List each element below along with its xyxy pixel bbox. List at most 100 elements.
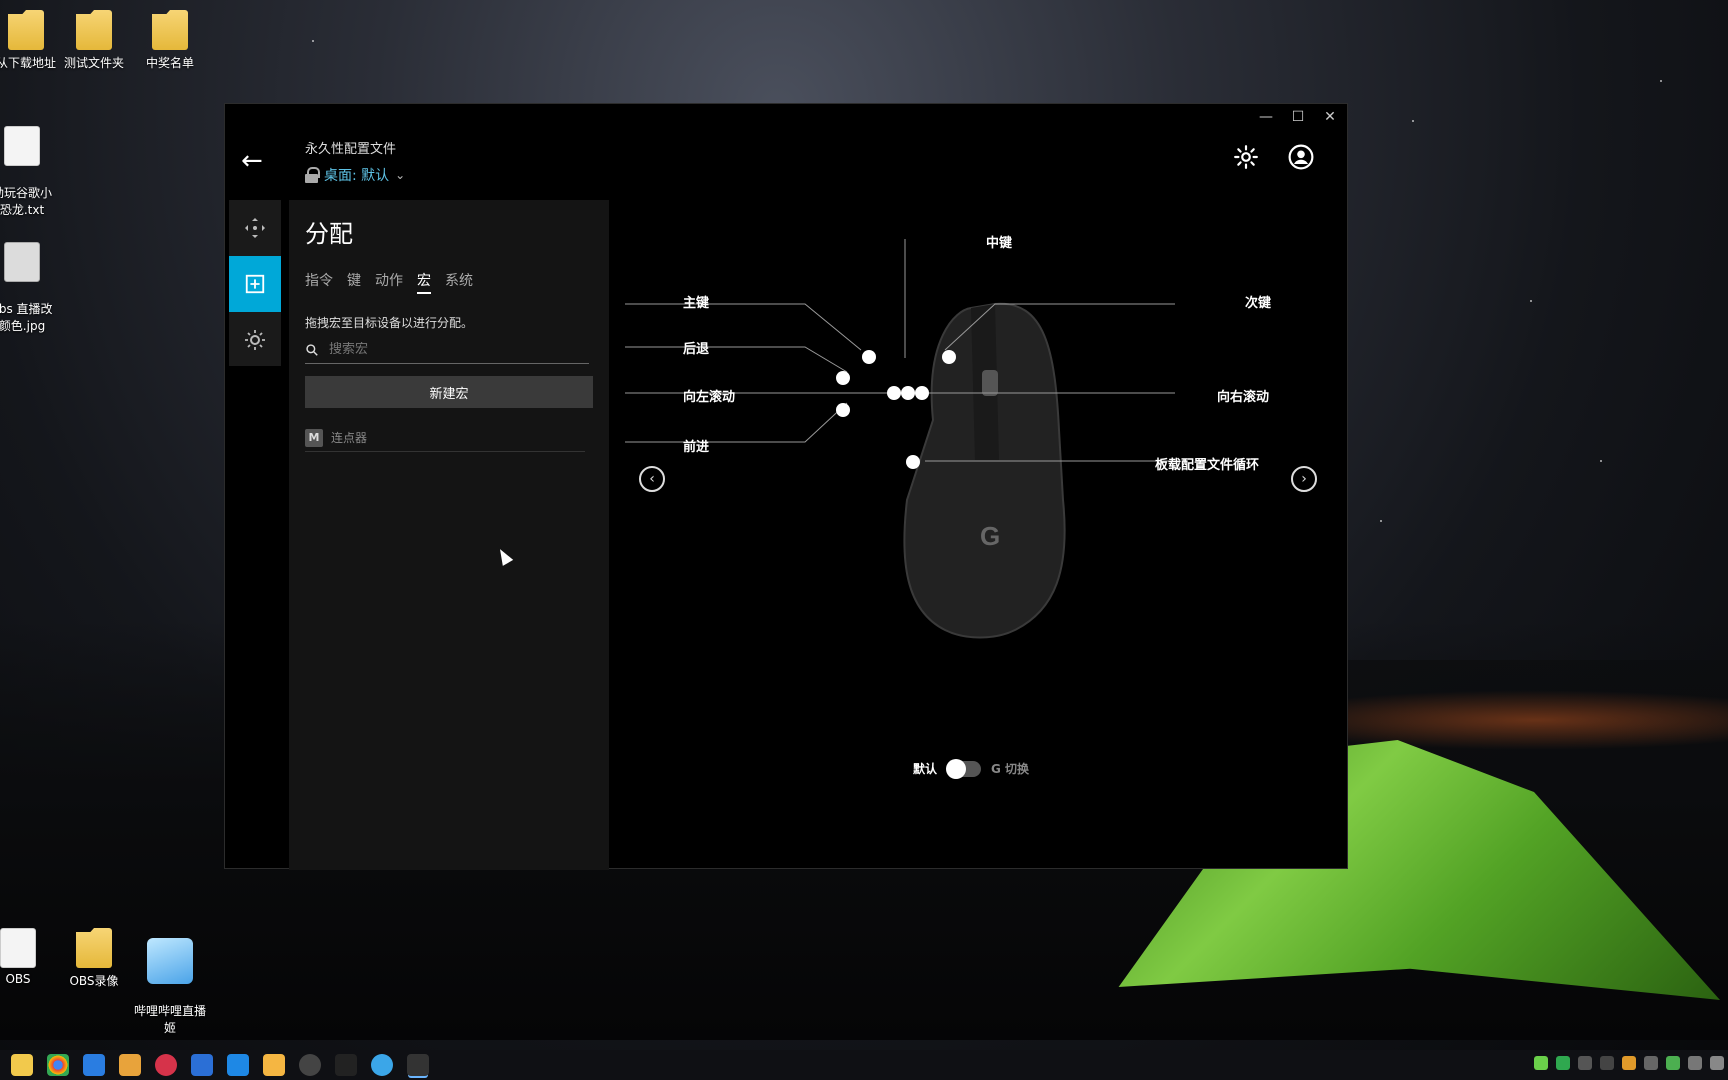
app-icon[interactable] [119, 1054, 141, 1076]
desktop-icon-image[interactable]: obs 直播改 颜色.jpg [0, 228, 62, 348]
mode-gshift-label: G 切换 [991, 762, 1030, 776]
label-back[interactable]: 后退 [683, 338, 709, 357]
rail-assign[interactable] [229, 256, 281, 312]
network-icon[interactable] [1688, 1056, 1702, 1070]
maximize-button[interactable]: ☐ [1289, 108, 1307, 126]
settings-button[interactable] [1231, 142, 1261, 172]
label-middle[interactable]: 中键 [986, 232, 1012, 251]
tab-commands[interactable]: 指令 [305, 270, 333, 294]
mouse-graphic: G [625, 239, 1175, 639]
desktop-icon-folder[interactable]: 测试文件夹 [54, 10, 134, 71]
minimize-button[interactable]: — [1257, 108, 1275, 126]
tab-system[interactable]: 系统 [445, 270, 473, 294]
label-primary[interactable]: 主键 [683, 292, 709, 311]
mouse-diagram: G [615, 200, 1345, 800]
profile-selector[interactable]: 桌面: 默认 ⌄ [305, 165, 405, 185]
tab-actions[interactable]: 动作 [375, 270, 403, 294]
star [1412, 120, 1414, 122]
profile-title: 永久性配置文件 [305, 142, 397, 157]
cat-app-icon[interactable] [263, 1054, 285, 1076]
tab-keys[interactable]: 键 [347, 270, 361, 294]
label-forward[interactable]: 前进 [683, 436, 709, 455]
label-profile-cycle[interactable]: 板载配置文件循环 [1155, 454, 1259, 473]
assign-tabs: 指令 键 动作 宏 系统 [305, 270, 473, 294]
tray-icon[interactable] [1644, 1056, 1658, 1070]
gear-icon [1234, 145, 1258, 169]
user-icon [1288, 144, 1314, 170]
desktop-icon-label: 劲玩谷歌小 恐龙.txt [0, 186, 52, 217]
panel-hint: 拖拽宏至目标设备以进行分配。 [305, 316, 474, 330]
macro-name: 连点器 [331, 431, 368, 445]
tray-icon[interactable] [1556, 1056, 1570, 1070]
profile-value: 桌面: 默认 [324, 168, 390, 184]
folder-icon [152, 10, 188, 50]
ghub-window: — ☐ ✕ ← 永久性配置文件 桌面: 默认 ⌄ 分配 指令 键 动作 宏 系统… [224, 103, 1348, 870]
star [1530, 300, 1532, 302]
back-button[interactable]: ← [241, 146, 271, 176]
tray-icon[interactable] [1600, 1056, 1614, 1070]
g-logo: G [980, 521, 1000, 551]
wechat-icon[interactable] [1666, 1056, 1680, 1070]
lock-icon [305, 167, 320, 183]
label-scroll-right[interactable]: 向右滚动 [1217, 386, 1269, 405]
shield-icon[interactable] [83, 1054, 105, 1076]
move-icon [245, 218, 265, 238]
file-icon [0, 928, 36, 968]
g-app-icon[interactable] [191, 1054, 213, 1076]
desktop-icon-label: obs 直播改 颜色.jpg [0, 302, 53, 333]
taskbar [0, 1050, 1728, 1080]
desktop-icon-label: OBS录像 [69, 974, 119, 988]
label-secondary[interactable]: 次键 [1245, 292, 1271, 311]
ghub-icon[interactable] [407, 1054, 429, 1076]
desktop-icon-file[interactable]: OBS [0, 928, 58, 986]
image-file-icon [4, 242, 40, 282]
volume-icon[interactable] [1710, 1056, 1724, 1070]
add-square-icon [245, 274, 265, 294]
rail-lighting[interactable] [229, 312, 281, 368]
k-app-icon[interactable] [227, 1054, 249, 1076]
folder-icon [76, 928, 112, 968]
new-macro-button[interactable]: 新建宏 [305, 376, 593, 408]
chevron-down-icon: ⌄ [395, 168, 406, 182]
scroll-wheel [982, 370, 998, 396]
desktop-icon-label: 中奖名单 [145, 56, 194, 70]
account-button[interactable] [1286, 142, 1316, 172]
file-explorer-icon[interactable] [11, 1054, 33, 1076]
desktop-icon-folder[interactable]: OBS录像 [54, 928, 134, 989]
search-icon [306, 343, 318, 356]
profile-header: 永久性配置文件 桌面: 默认 ⌄ [305, 138, 405, 185]
mode-toggle-row: 默认 G 切换 [913, 758, 1030, 779]
left-rail [229, 200, 281, 366]
mode-default-label: 默认 [913, 762, 938, 776]
star [312, 40, 314, 42]
star [1380, 520, 1382, 522]
rail-move[interactable] [229, 200, 281, 256]
obs-icon[interactable] [299, 1054, 321, 1076]
g-shift-toggle[interactable] [946, 758, 982, 779]
t-app-icon[interactable] [155, 1054, 177, 1076]
macro-search [305, 336, 589, 364]
desktop-icon-app[interactable]: 哔哩哔哩直播 姬 [130, 924, 210, 1050]
assign-panel: 分配 指令 键 动作 宏 系统 拖拽宏至目标设备以进行分配。 新建宏 M 连点器 [289, 200, 609, 870]
tray-icon[interactable] [1578, 1056, 1592, 1070]
desktop-icon-label: 测试文件夹 [63, 56, 124, 70]
chrome-icon[interactable] [47, 1054, 69, 1076]
tab-macros[interactable]: 宏 [417, 270, 431, 294]
label-scroll-left[interactable]: 向左滚动 [683, 386, 735, 405]
bilibili-live-icon [147, 938, 193, 984]
macro-list-item[interactable]: M 连点器 [305, 424, 585, 452]
lighting-icon [245, 330, 265, 350]
next-view-button[interactable]: › [1291, 466, 1317, 492]
desktop-icon-folder[interactable]: 中奖名单 [130, 10, 210, 71]
desktop-icon-file[interactable]: 劲玩谷歌小 恐龙.txt [0, 112, 62, 232]
search-input[interactable] [329, 342, 569, 357]
tray-icon[interactable] [1622, 1056, 1636, 1070]
prev-view-button[interactable]: ‹ [639, 466, 665, 492]
tray-icon[interactable] [1534, 1056, 1548, 1070]
browser-icon[interactable] [371, 1054, 393, 1076]
star [1660, 80, 1662, 82]
desktop-icon-label: OBS [5, 972, 31, 986]
macro-badge: M [305, 428, 323, 447]
close-button[interactable]: ✕ [1321, 108, 1339, 126]
epic-icon[interactable] [335, 1054, 357, 1076]
